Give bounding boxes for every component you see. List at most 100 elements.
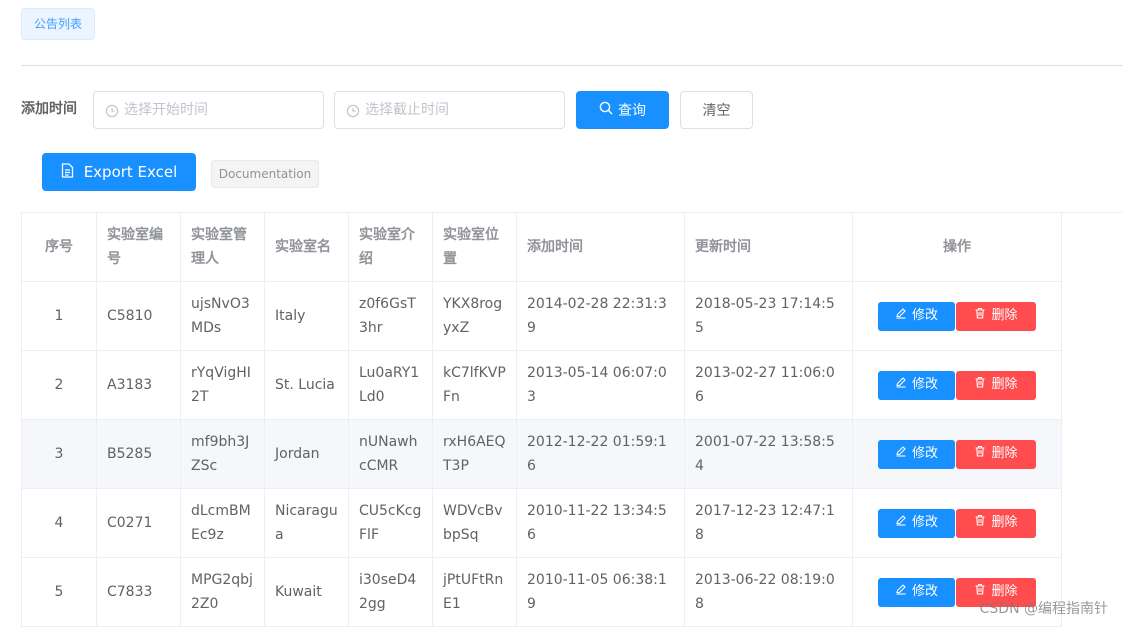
delete-button-label: 删除: [991, 377, 1018, 392]
column-header-lab-intro: 实验室介绍: [348, 212, 433, 282]
cell-actions: 修改 删除: [852, 350, 1062, 420]
delete-button-label: 删除: [991, 446, 1018, 461]
end-time-input[interactable]: [365, 92, 560, 128]
table-top-border-extension: [1061, 212, 1123, 213]
cell-lab-manager: mf9bh3JZSc: [180, 419, 265, 489]
edit-button-label: 修改: [911, 584, 938, 599]
cell-lab-intro: i30seD42gg: [348, 557, 433, 627]
trash-icon: [974, 373, 986, 397]
delete-button-label: 删除: [991, 515, 1018, 530]
edit-icon: [895, 373, 907, 397]
cell-lab-manager: MPG2qbj2Z0: [180, 557, 265, 627]
header-divider: [21, 65, 1123, 66]
delete-button[interactable]: 删除: [956, 301, 1036, 331]
trash-icon: [974, 511, 986, 535]
table-row: 3 B5285 mf9bh3JZSc Jordan nUNawhcCMR rxH6AEQT…: [21, 419, 1062, 489]
cell-lab-location: WDVcBvbpSq: [432, 488, 517, 558]
clear-button[interactable]: 清空: [680, 91, 753, 129]
cell-lab-code: B5285: [96, 419, 181, 489]
cell-index: 3: [21, 419, 97, 489]
cell-lab-code: C7833: [96, 557, 181, 627]
cell-lab-name: Nicaragua: [264, 488, 349, 558]
cell-lab-location: jPtUFtRnE1: [432, 557, 517, 627]
documentation-button[interactable]: Documentation: [211, 160, 319, 188]
edit-button-label: 修改: [911, 308, 938, 323]
edit-icon: [895, 511, 907, 535]
table-header-row: 序号 实验室编号 实验室管理人 实验室名 实验室介绍 实验室位置 添加时间 更新…: [21, 212, 1062, 282]
column-header-lab-location: 实验室位置: [432, 212, 517, 282]
trash-icon: [974, 304, 986, 328]
cell-actions: 修改 删除: [852, 488, 1062, 558]
clock-icon: [346, 103, 360, 122]
add-time-filter-label: 添加时间: [21, 101, 77, 117]
cell-lab-code: C5810: [96, 281, 181, 351]
cell-updated-time: 2001-07-22 13:58:54: [684, 419, 853, 489]
edit-icon: [895, 580, 907, 604]
cell-lab-code: A3183: [96, 350, 181, 420]
lab-table: 序号 实验室编号 实验室管理人 实验室名 实验室介绍 实验室位置 添加时间 更新…: [21, 212, 1062, 627]
table-row: 4 C0271 dLcmBMEc9z Nicaragua CU5cKcgFlF WDVcB…: [21, 488, 1062, 558]
cell-actions: 修改 删除: [852, 419, 1062, 489]
edit-button-label: 修改: [911, 446, 938, 461]
cell-updated-time: 2018-05-23 17:14:55: [684, 281, 853, 351]
edit-button-label: 修改: [911, 377, 938, 392]
cell-added-time: 2013-05-14 06:07:03: [516, 350, 685, 420]
delete-button[interactable]: 删除: [956, 508, 1036, 538]
cell-index: 1: [21, 281, 97, 351]
column-header-index: 序号: [21, 212, 97, 282]
export-excel-button[interactable]: Export Excel: [42, 153, 196, 191]
clear-button-label: 清空: [702, 103, 731, 119]
column-header-lab-name: 实验室名: [264, 212, 349, 282]
edit-button[interactable]: 修改: [878, 370, 955, 400]
cell-lab-intro: CU5cKcgFlF: [348, 488, 433, 558]
table-row: 1 C5810 ujsNvO3MDs Italy z0f6GsT3hr YKX8rogyx…: [21, 281, 1062, 351]
cell-added-time: 2010-11-22 13:34:56: [516, 488, 685, 558]
column-header-added-time: 添加时间: [516, 212, 685, 282]
edit-button[interactable]: 修改: [878, 577, 955, 607]
cell-actions: 修改 删除: [852, 281, 1062, 351]
cell-lab-code: C0271: [96, 488, 181, 558]
query-button-label: 查询: [618, 103, 646, 119]
cell-added-time: 2012-12-22 01:59:16: [516, 419, 685, 489]
export-excel-label: Export Excel: [83, 163, 178, 181]
cell-lab-intro: nUNawhcCMR: [348, 419, 433, 489]
cell-index: 4: [21, 488, 97, 558]
edit-button-label: 修改: [911, 515, 938, 530]
end-time-picker[interactable]: [334, 91, 565, 129]
cell-updated-time: 2013-06-22 08:19:08: [684, 557, 853, 627]
cell-updated-time: 2017-12-23 12:47:18: [684, 488, 853, 558]
delete-button[interactable]: 删除: [956, 439, 1036, 469]
delete-button[interactable]: 删除: [956, 370, 1036, 400]
cell-lab-manager: rYqVigHI2T: [180, 350, 265, 420]
edit-icon: [895, 442, 907, 466]
column-header-updated-time: 更新时间: [684, 212, 853, 282]
table-row: 2 A3183 rYqVigHI2T St. Lucia Lu0aRY1Ld0 kC7lf…: [21, 350, 1062, 420]
cell-lab-location: YKX8rogyxZ: [432, 281, 517, 351]
cell-lab-name: St. Lucia: [264, 350, 349, 420]
cell-added-time: 2014-02-28 22:31:39: [516, 281, 685, 351]
edit-button[interactable]: 修改: [878, 439, 955, 469]
cell-lab-name: Italy: [264, 281, 349, 351]
column-header-lab-code: 实验室编号: [96, 212, 181, 282]
csdn-watermark: CSDN @编程指南针: [979, 601, 1108, 617]
edit-button[interactable]: 修改: [878, 301, 955, 331]
column-header-actions: 操作: [852, 212, 1062, 282]
cell-index: 2: [21, 350, 97, 420]
cell-lab-name: Kuwait: [264, 557, 349, 627]
cell-lab-intro: Lu0aRY1Ld0: [348, 350, 433, 420]
start-time-picker[interactable]: [93, 91, 324, 129]
announcement-list-tag[interactable]: 公告列表: [21, 8, 95, 40]
search-icon: [599, 101, 613, 119]
query-button[interactable]: 查询: [576, 91, 669, 129]
cell-lab-name: Jordan: [264, 419, 349, 489]
cell-updated-time: 2013-02-27 11:06:06: [684, 350, 853, 420]
clock-icon: [105, 103, 119, 122]
cell-added-time: 2010-11-05 06:38:19: [516, 557, 685, 627]
cell-lab-manager: ujsNvO3MDs: [180, 281, 265, 351]
cell-lab-manager: dLcmBMEc9z: [180, 488, 265, 558]
document-icon: [61, 162, 74, 182]
start-time-input[interactable]: [124, 92, 319, 128]
cell-lab-location: rxH6AEQT3P: [432, 419, 517, 489]
edit-button[interactable]: 修改: [878, 508, 955, 538]
column-header-lab-manager: 实验室管理人: [180, 212, 265, 282]
